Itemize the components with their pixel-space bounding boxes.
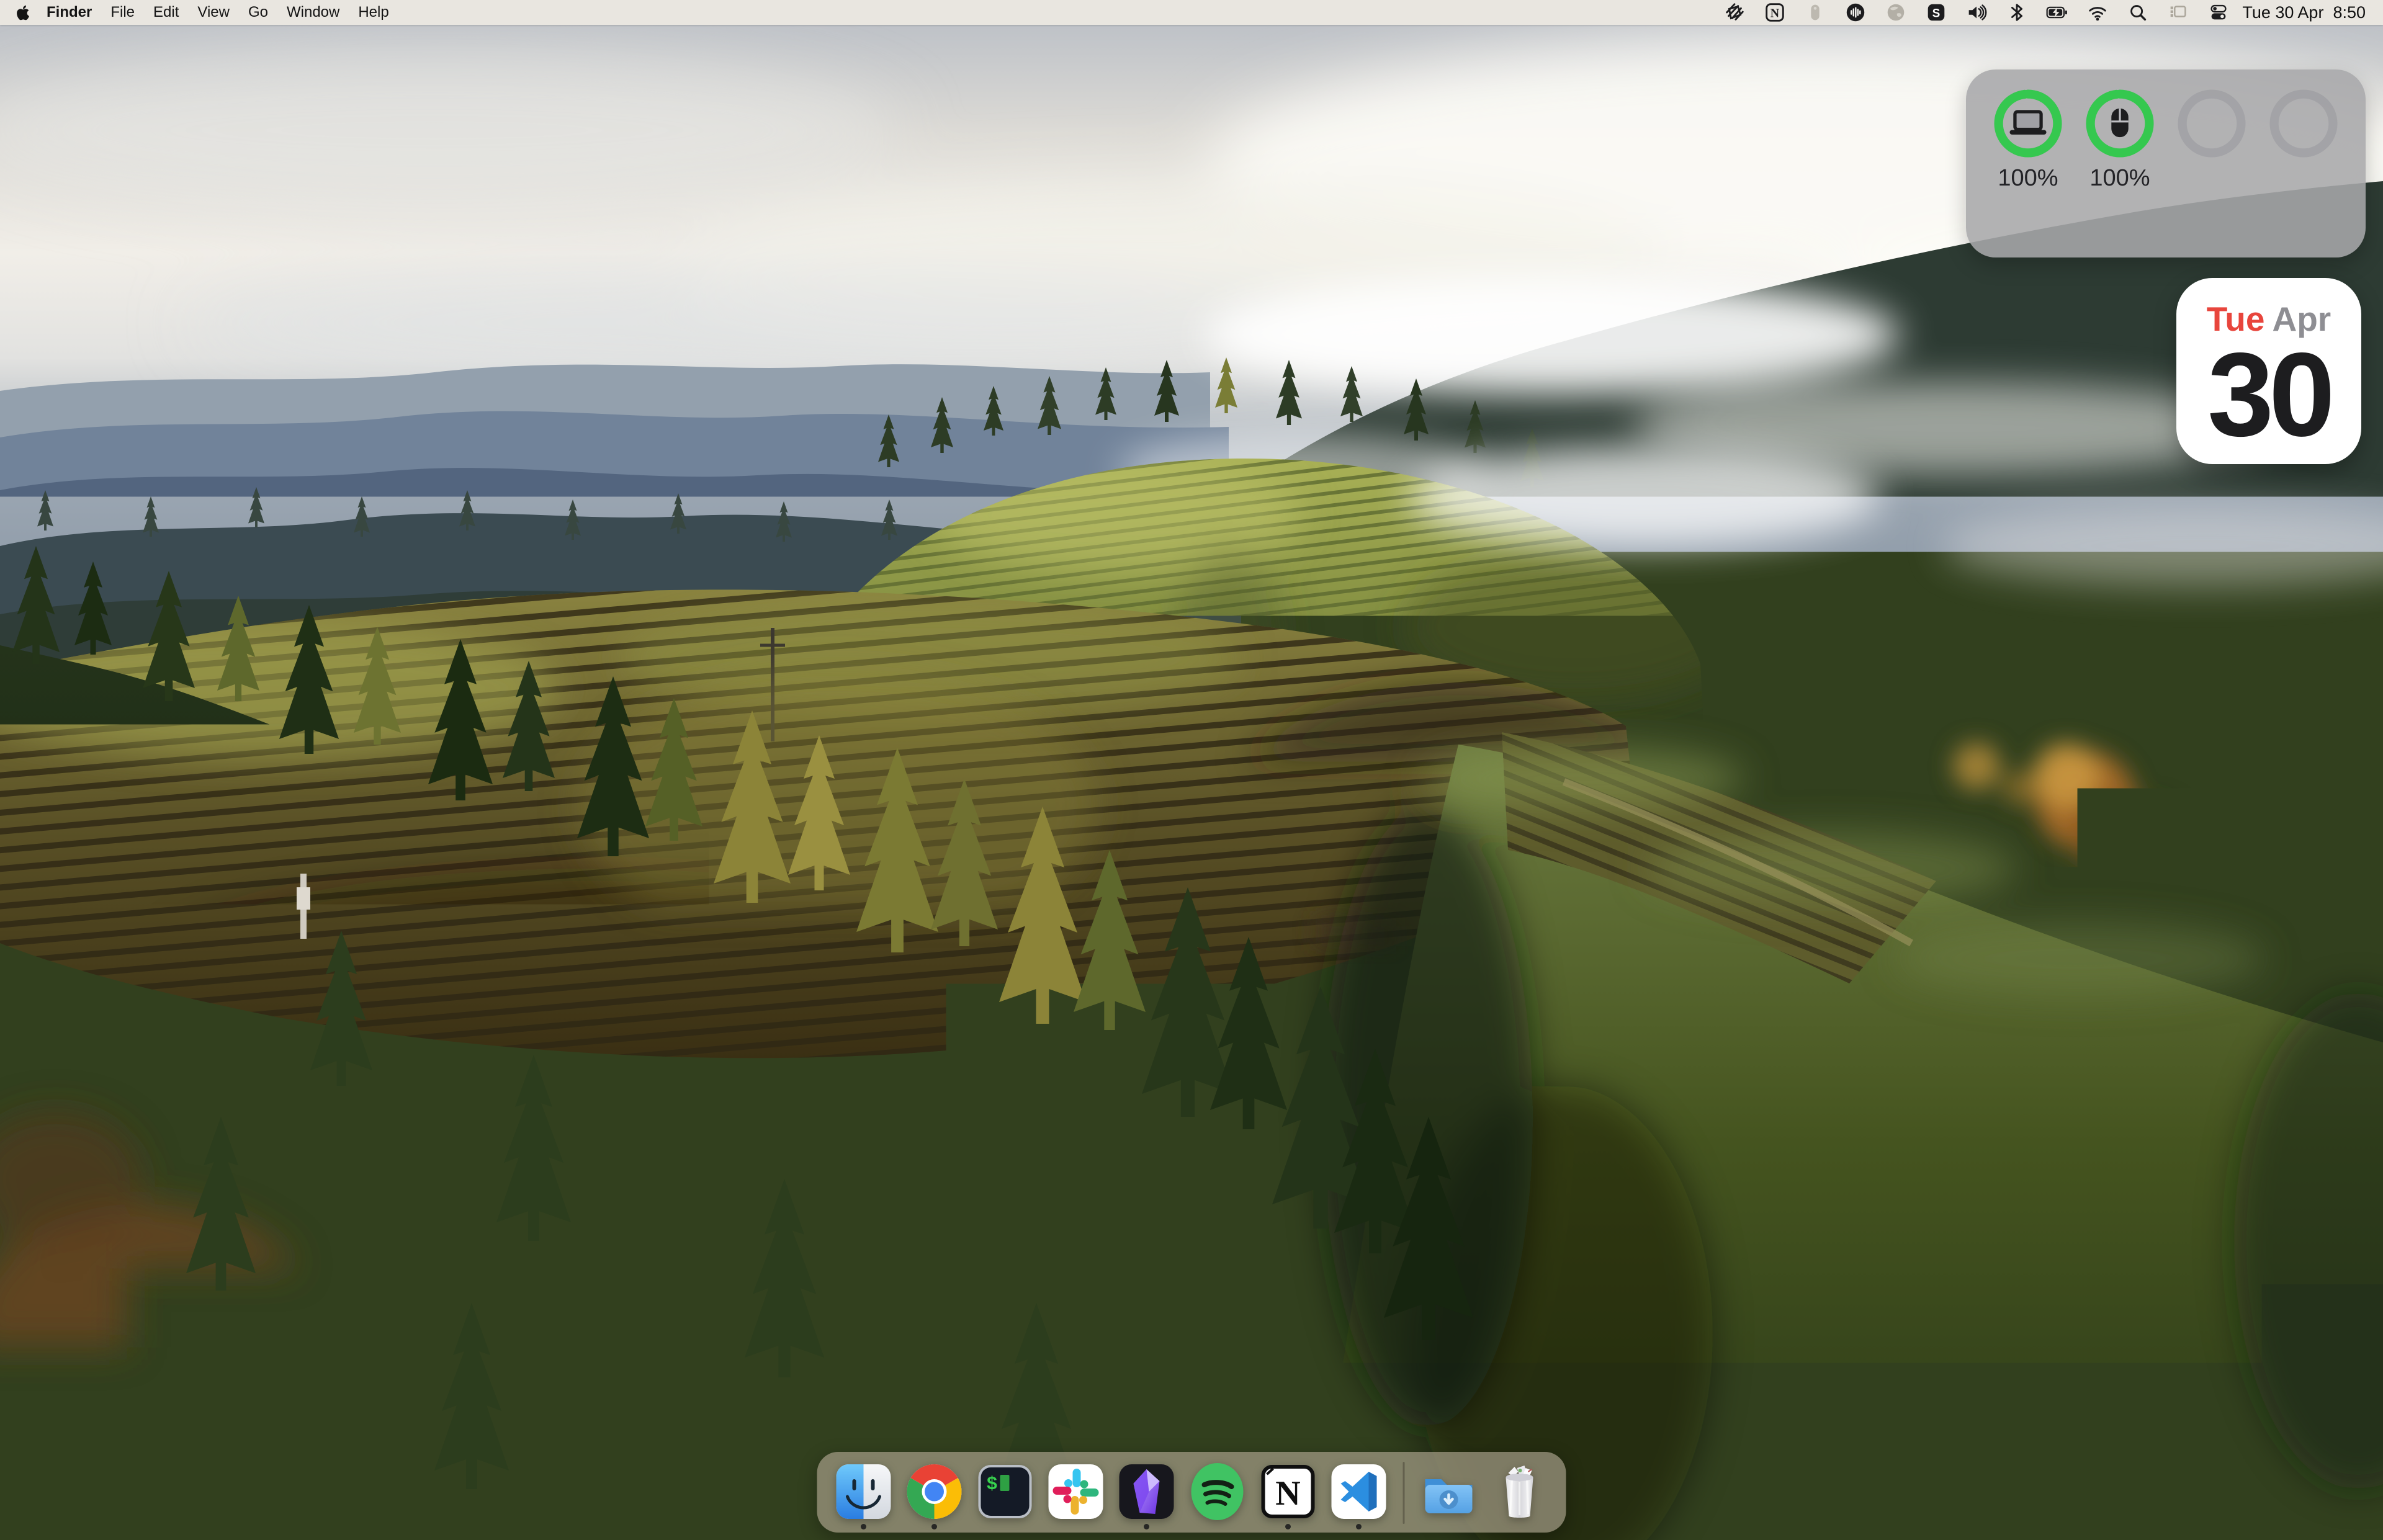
dock-item-slack[interactable] [1046,1462,1106,1521]
empty-battery-ring [2267,87,2340,160]
control-center-icon[interactable] [2206,0,2231,25]
spotify-icon [1188,1462,1247,1521]
menu-edit[interactable]: Edit [144,0,188,25]
dock-item-vscode[interactable] [1329,1462,1389,1521]
dock-separator [1403,1462,1405,1524]
dock-item-terminal[interactable]: $ [976,1462,1035,1521]
running-indicator [1356,1524,1362,1529]
svg-text:N: N [1275,1474,1300,1513]
running-indicator [931,1524,937,1529]
mouse-battery-ring [2083,87,2156,160]
slack-icon [1046,1462,1106,1521]
menu-help[interactable]: Help [349,0,398,25]
mouse-icon [2111,109,2128,137]
hatched-app-icon[interactable] [1722,0,1747,25]
battery-charging-icon[interactable] [2045,0,2070,25]
s-app-icon[interactable]: S [1924,0,1949,25]
dock-item-obsidian[interactable] [1117,1462,1177,1521]
svg-text:N: N [1770,7,1780,20]
laptop-battery-ring [1991,87,2065,160]
menu-go[interactable]: Go [239,0,277,25]
menu-view[interactable]: View [188,0,239,25]
chrome-icon [905,1462,964,1521]
menu-bar: Finder File Edit View Go Window Help N S [0,0,2383,25]
mouse-battery-percent: 100% [2089,165,2150,192]
spotlight-search-icon[interactable] [2125,0,2150,25]
globe-icon[interactable] [1883,0,1908,25]
window-layout-icon[interactable] [2166,0,2191,25]
running-indicator [861,1524,866,1529]
battery-widget[interactable]: 100% 100% [1966,69,2366,257]
battery-slot-laptop: 100% [1985,87,2071,257]
volume-icon[interactable] [1964,0,1989,25]
finder-icon [834,1462,894,1521]
battery-slot-empty-2 [2260,87,2347,257]
terminal-icon: $ [976,1462,1035,1521]
downloads-folder-icon [1419,1462,1479,1521]
dock: $ [817,1452,1566,1533]
battery-slot-mouse: 100% [2076,87,2163,257]
mouse-battery-icon[interactable] [1803,0,1828,25]
dock-item-spotify[interactable] [1188,1462,1247,1521]
notion-menubar-icon[interactable]: N [1762,0,1787,25]
laptop-battery-percent: 100% [1998,165,2058,192]
menubar-clock[interactable]: Tue 30 Apr 8:50 [2242,3,2366,22]
dock-item-downloads[interactable] [1419,1462,1479,1521]
audio-waveform-icon[interactable] [1843,0,1868,25]
empty-battery-ring [2175,87,2248,160]
battery-slot-empty-1 [2168,87,2255,257]
svg-text:$: $ [987,1474,998,1495]
vscode-icon [1329,1462,1389,1521]
obsidian-icon [1117,1462,1177,1521]
notion-icon: N [1259,1462,1318,1521]
menu-app-name[interactable]: Finder [37,0,101,25]
menu-file[interactable]: File [101,0,144,25]
calendar-widget[interactable]: TueApr 30 [2176,278,2361,464]
dock-item-trash[interactable] [1490,1462,1550,1521]
apple-menu-icon[interactable] [16,4,32,21]
running-indicator [1144,1524,1149,1529]
svg-text:S: S [1932,7,1941,20]
running-indicator [1285,1524,1291,1529]
desktop: Finder File Edit View Go Window Help N S [0,0,2383,1540]
dock-item-finder[interactable] [834,1462,894,1521]
bluetooth-icon[interactable] [2004,0,2029,25]
dock-item-chrome[interactable] [905,1462,964,1521]
dock-item-notion[interactable]: N [1259,1462,1318,1521]
wifi-icon[interactable] [2085,0,2110,25]
trash-icon [1490,1462,1550,1521]
calendar-day: 30 [2176,340,2361,450]
laptop-icon [2010,110,2047,135]
menu-window[interactable]: Window [277,0,349,25]
